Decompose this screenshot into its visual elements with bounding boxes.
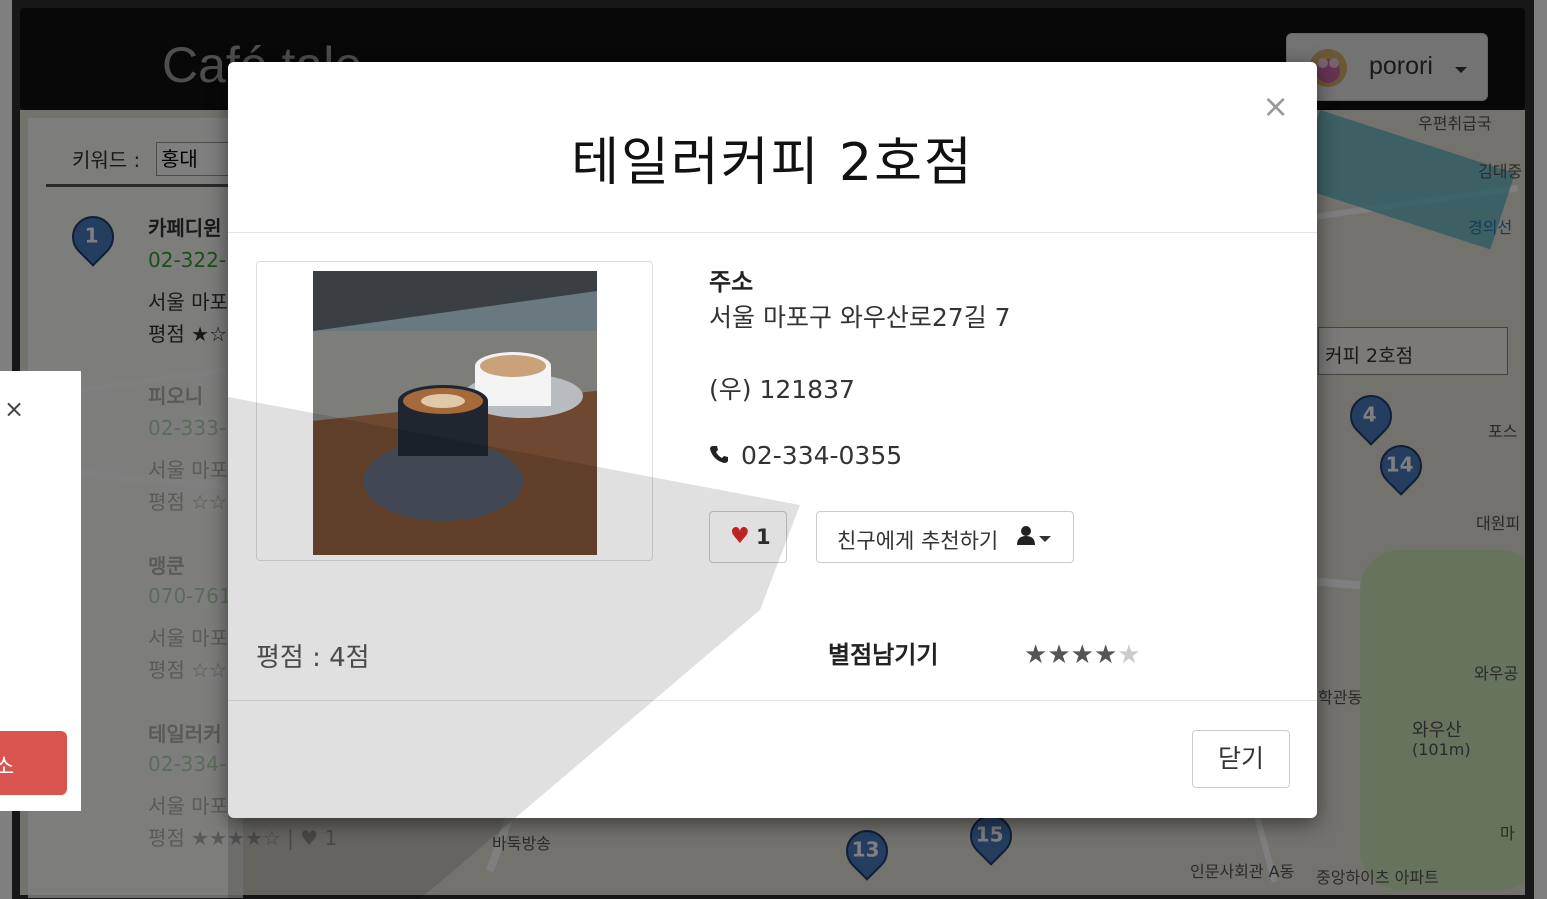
star-icon[interactable]: ★: [1117, 640, 1140, 670]
close-button[interactable]: 닫기: [1192, 730, 1290, 788]
star-icon[interactable]: ★: [1071, 640, 1094, 670]
close-icon[interactable]: ×: [1262, 90, 1289, 122]
phone-row: 02-334-0355: [709, 441, 902, 470]
divider: [228, 232, 1317, 233]
user-icon: [1017, 525, 1035, 550]
ghost-button-label: 소: [0, 755, 15, 780]
address: 서울 마포구 와우산로27길 7: [709, 303, 1011, 332]
phone-icon: [709, 441, 733, 470]
heart-icon: ♥: [730, 524, 750, 549]
cafe-photo: [313, 271, 597, 555]
recommend-label: 친구에게 추천하기: [837, 529, 999, 553]
ghost-modal-button[interactable]: 소: [0, 731, 67, 795]
address-label: 주소: [709, 268, 754, 296]
caret-down-icon: [1039, 536, 1051, 542]
like-button[interactable]: ♥ 1: [709, 511, 787, 563]
photo-frame: [256, 261, 653, 561]
star-icon[interactable]: ★: [1047, 640, 1070, 670]
star-icon[interactable]: ★: [1024, 640, 1047, 670]
modal-title: 테일러커피 2호점: [571, 133, 974, 193]
zip-code: (우) 121837: [709, 375, 855, 404]
ghost-modal: × 소: [0, 371, 81, 811]
close-icon[interactable]: ×: [4, 395, 24, 423]
star-icon[interactable]: ★: [1094, 640, 1117, 670]
recommend-dropdown[interactable]: 친구에게 추천하기: [816, 511, 1074, 563]
like-count: 1: [756, 525, 771, 549]
divider: [228, 700, 1317, 701]
cafe-detail-modal: × 테일러커피 2호점 주소 서울 마포구 와우산로27길 7 (우) 1218…: [228, 62, 1317, 818]
star-rating[interactable]: ★★★★★: [1024, 640, 1141, 670]
rate-label: 별점남기기: [828, 641, 939, 669]
phone-number[interactable]: 02-334-0355: [741, 441, 902, 470]
rating-text: 평점 : 4점: [256, 643, 370, 673]
